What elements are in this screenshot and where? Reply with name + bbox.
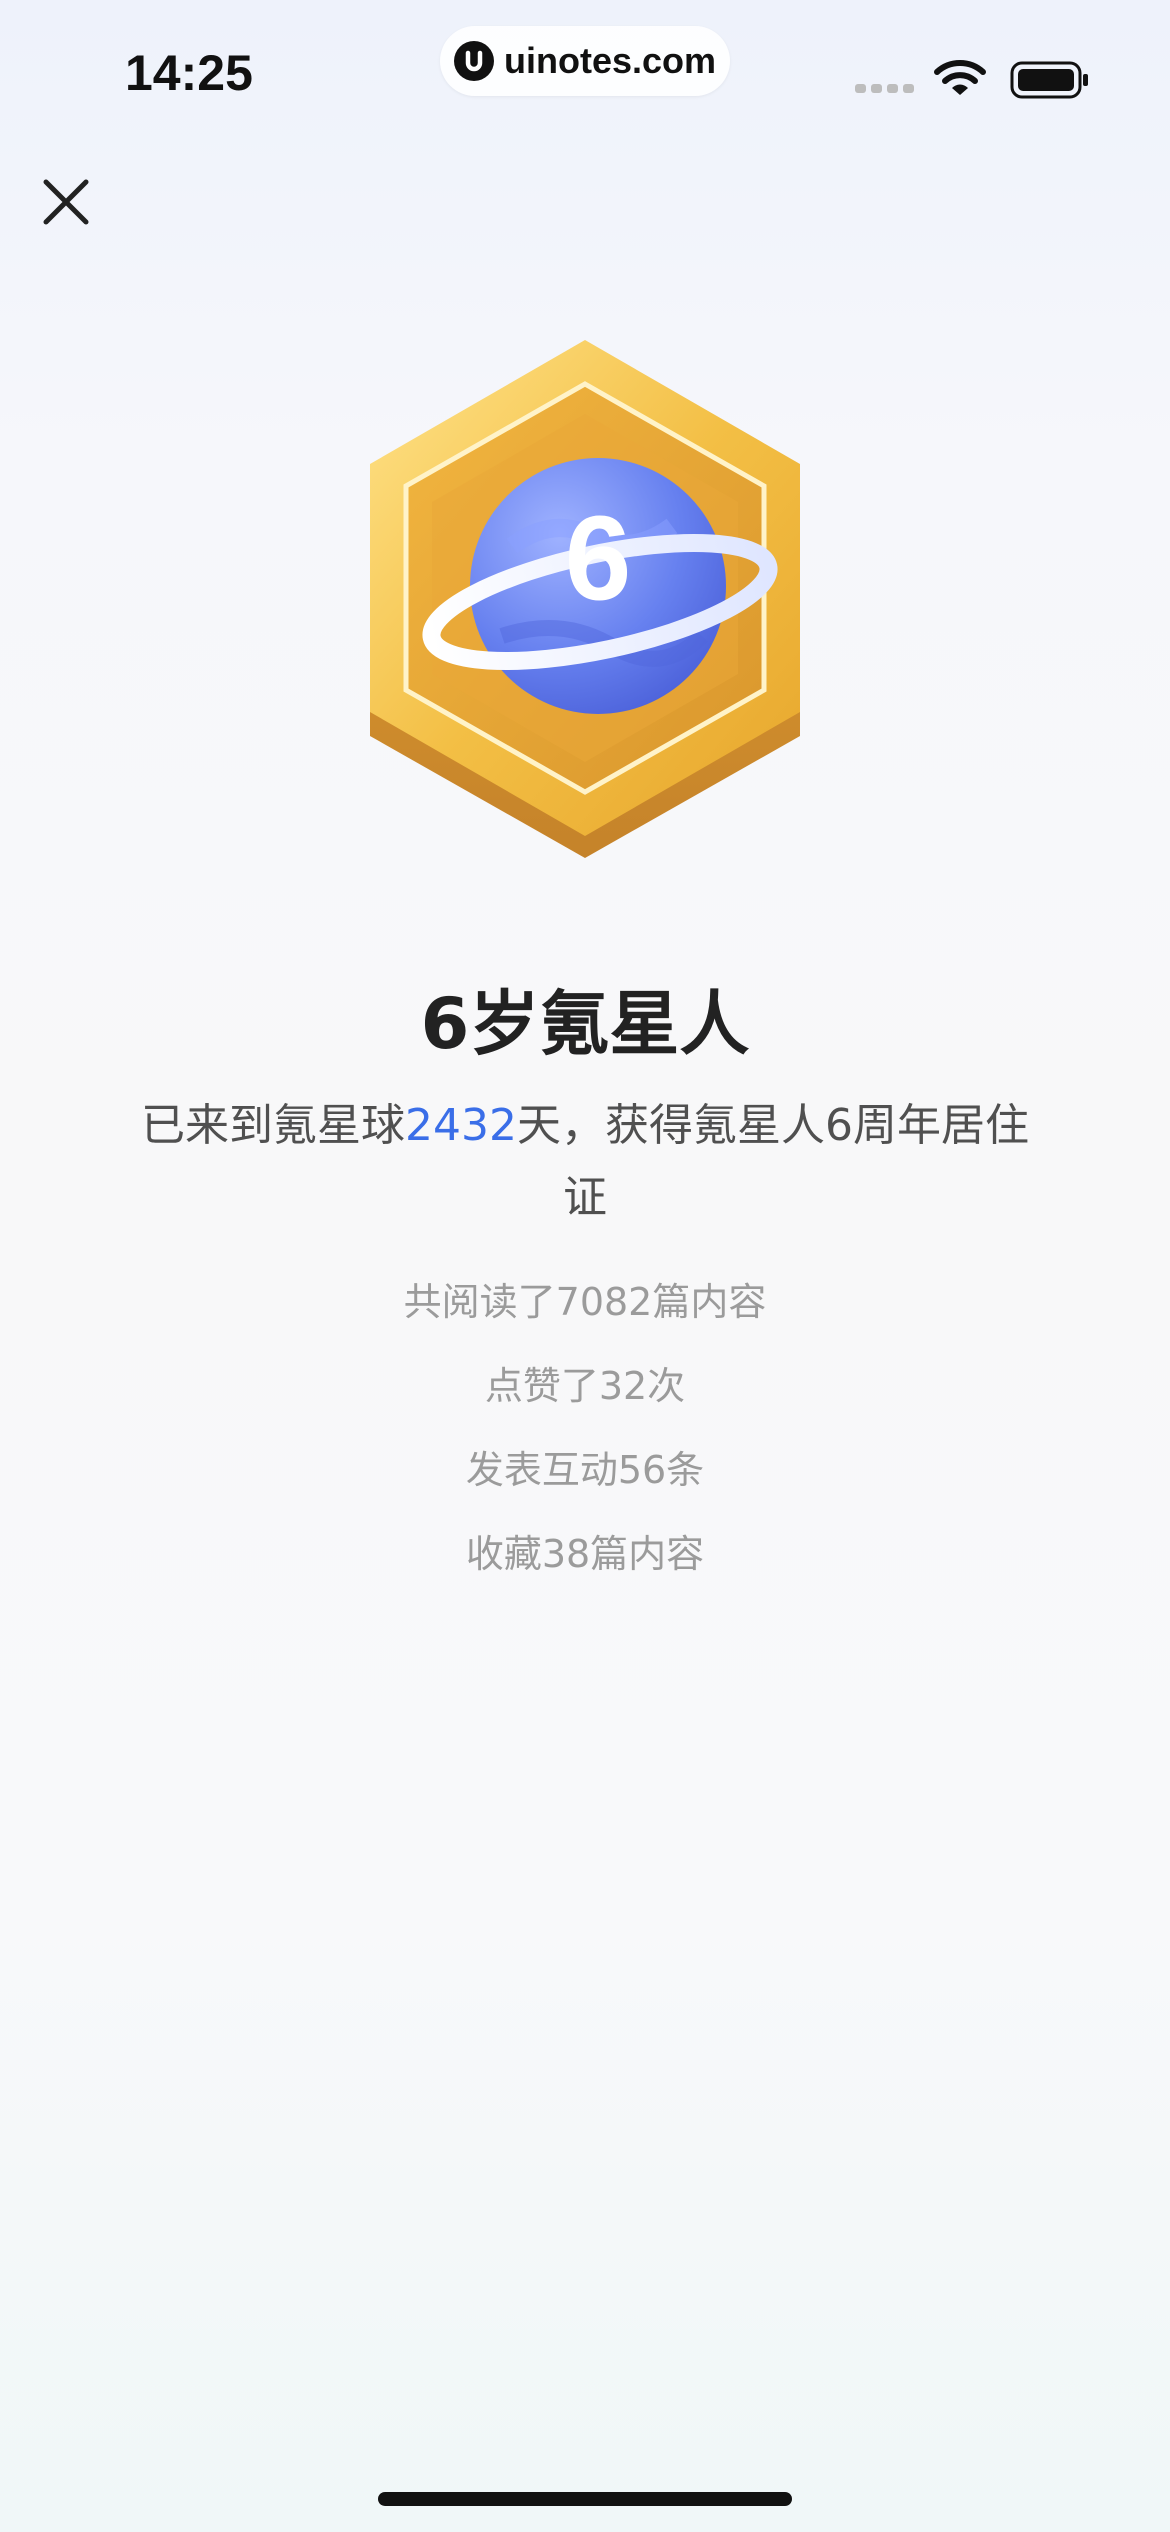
- status-bar: 14:25 uinotes.com: [0, 0, 1170, 150]
- subtitle-suffix: 天，获得氪星人6周年居住证: [516, 1100, 1029, 1223]
- subtitle-prefix: 已来到氪星球: [141, 1100, 405, 1151]
- url-pill[interactable]: uinotes.com: [440, 26, 730, 96]
- wifi-icon: [934, 60, 986, 95]
- site-logo-icon: [453, 41, 494, 81]
- residence-subtitle: 已来到氪星球2432天，获得氪星人6周年居住证: [125, 1090, 1045, 1234]
- stat-likes: 点赞了32次: [484, 1364, 686, 1408]
- stat-comments: 发表互动56条: [465, 1448, 705, 1492]
- signal-icon: [855, 84, 914, 93]
- url-text: uinotes.com: [503, 40, 717, 81]
- stats-list: 共阅读了7082篇内容 点赞了32次 发表互动56条 收藏38篇内容: [0, 1260, 1170, 1596]
- status-time: 14:25: [125, 45, 253, 101]
- home-indicator[interactable]: [378, 2492, 792, 2506]
- stat-favorites: 收藏38篇内容: [465, 1532, 705, 1576]
- stat-read: 共阅读了7082篇内容: [403, 1280, 767, 1324]
- days-count: 2432: [405, 1100, 517, 1151]
- badge-number: 6: [565, 492, 632, 626]
- battery-icon: [1010, 61, 1088, 99]
- planet-badge-icon: 6: [370, 340, 800, 858]
- page-title: 6岁氪星人: [420, 983, 750, 1065]
- close-icon[interactable]: [36, 172, 96, 232]
